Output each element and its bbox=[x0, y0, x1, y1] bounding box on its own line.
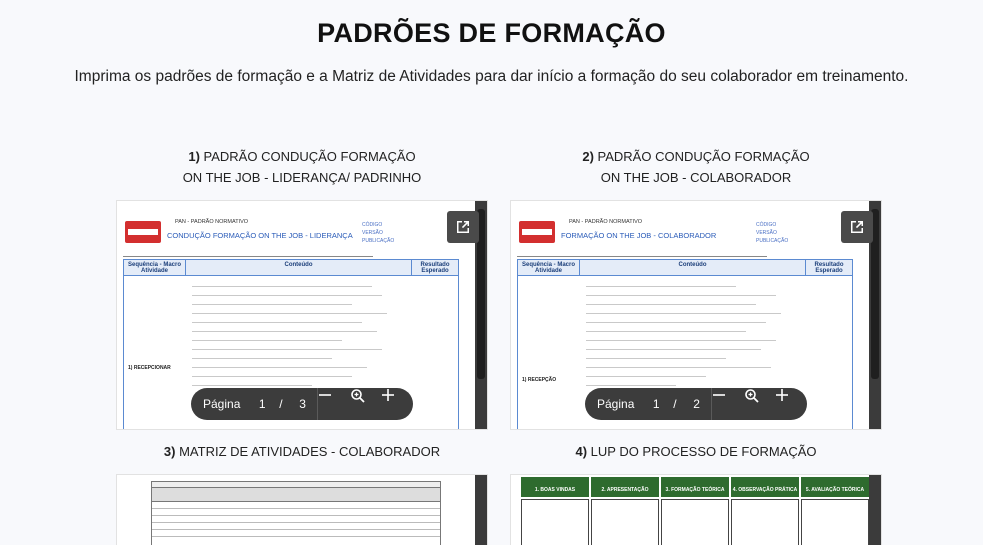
doc-side-version: VERSÃO bbox=[362, 230, 383, 236]
doc-side-publication: PUBLICAÇÃO bbox=[362, 238, 395, 244]
lup-column-label: 5. AVALIAÇÃO TEÓRICA bbox=[805, 487, 865, 493]
pdf-viewer-2[interactable]: PAN - PADRÃO NORMATIVO FORMAÇÃO ON THE J… bbox=[510, 200, 882, 430]
zoom-out-button[interactable] bbox=[318, 388, 350, 420]
doc-meta: PAN - PADRÃO NORMATIVO bbox=[175, 219, 249, 225]
lup-column-header: 3. FORMAÇÃO TEÓRICA bbox=[661, 477, 729, 497]
page-total: 3 bbox=[299, 397, 306, 411]
doc-side: CÓDIGO VERSÃO PUBLICAÇÃO bbox=[362, 221, 394, 245]
minus-icon bbox=[319, 394, 332, 396]
doc-text-lines bbox=[192, 286, 392, 394]
card-3-number: 3) bbox=[163, 444, 176, 459]
pdf-toolbar-1: Página 1 / 3 bbox=[191, 388, 413, 420]
pdf-viewer-4[interactable]: 1. BOAS VINDAS 2. APRESENTAÇÃO 3. FORMAÇÃO… bbox=[510, 474, 882, 545]
popout-icon bbox=[851, 221, 863, 233]
zoom-reset-button[interactable] bbox=[744, 388, 776, 420]
lup-column-header: 2. APRESENTAÇÃO bbox=[591, 477, 659, 497]
card-2-number: 2) bbox=[582, 149, 594, 164]
zoom-out-button[interactable] bbox=[712, 388, 744, 420]
page-current[interactable]: 1 bbox=[644, 397, 668, 411]
col-sequence: Sequência - Macro Atividade bbox=[518, 260, 580, 276]
minus-icon bbox=[713, 394, 726, 396]
zoom-reset-button[interactable] bbox=[350, 388, 382, 420]
card-4-number: 4) bbox=[575, 444, 588, 459]
card-2-line2: ON THE JOB - COLABORADOR bbox=[600, 170, 792, 185]
pdf-viewer-1[interactable]: PAN - PADRÃO NORMATIVO CONDUÇÃO FORMAÇÃO… bbox=[116, 200, 488, 430]
col-content: Conteúdo bbox=[186, 260, 412, 276]
lup-column-body bbox=[731, 499, 799, 545]
zoom-icon bbox=[745, 389, 759, 403]
lup-column-body bbox=[591, 499, 659, 545]
card-1-line2: ON THE JOB - LIDERANÇA/ PADRINHO bbox=[182, 170, 422, 185]
card-4-line1: LUP DO PROCESSO DE FORMAÇÃO bbox=[590, 444, 817, 459]
lup-column-body bbox=[661, 499, 729, 545]
doc-divider bbox=[123, 256, 373, 257]
col-result: Resultado Esperado bbox=[806, 260, 852, 276]
card-1-number: 1) bbox=[188, 149, 200, 164]
card-3-line1: MATRIZ DE ATIVIDADES - COLABORADOR bbox=[179, 444, 441, 459]
lup-column-label: 2. APRESENTAÇÃO bbox=[601, 487, 649, 493]
page-label: Página bbox=[597, 397, 635, 411]
doc-heading: CONDUÇÃO FORMAÇÃO ON THE JOB - LIDERANÇA bbox=[167, 231, 353, 240]
col-result: Resultado Esperado bbox=[412, 260, 458, 276]
page-slash: / bbox=[279, 397, 283, 411]
viewer-scrollbar[interactable] bbox=[475, 475, 487, 545]
lup-column-label: 1. BOAS VINDAS bbox=[534, 487, 576, 493]
col-sequence: Sequência - Macro Atividade bbox=[124, 260, 186, 276]
lup-column-header: 5. AVALIAÇÃO TEÓRICA bbox=[801, 477, 869, 497]
card-2-line1: PADRÃO CONDUÇÃO FORMAÇÃO bbox=[597, 149, 810, 164]
page-total: 2 bbox=[693, 397, 700, 411]
page-slash: / bbox=[673, 397, 677, 411]
doc-header: PAN - PADRÃO NORMATIVO CONDUÇÃO FORMAÇÃO… bbox=[117, 209, 487, 255]
matrix-table bbox=[151, 481, 441, 545]
doc-side: CÓDIGO VERSÃO PUBLICAÇÃO bbox=[756, 221, 788, 245]
doc-meta: PAN - PADRÃO NORMATIVO bbox=[569, 219, 643, 225]
row-label: 1) RECEPÇÃO bbox=[522, 377, 557, 383]
pdf-viewer-3[interactable] bbox=[116, 474, 488, 545]
lup-column-header: 4. OBSERVAÇÃO PRÁTICA bbox=[731, 477, 799, 497]
lup-column-header: 1. BOAS VINDAS bbox=[521, 477, 589, 497]
popout-button[interactable] bbox=[841, 211, 873, 243]
page-label: Página bbox=[203, 397, 241, 411]
col-content: Conteúdo bbox=[580, 260, 806, 276]
doc-text-lines bbox=[586, 286, 786, 394]
lup-column-label: 3. FORMAÇÃO TEÓRICA bbox=[665, 487, 725, 493]
popout-button[interactable] bbox=[447, 211, 479, 243]
viewer-scrollbar[interactable] bbox=[869, 475, 881, 545]
doc-side-version: VERSÃO bbox=[756, 230, 777, 236]
plus-icon bbox=[776, 389, 789, 401]
araujo-logo bbox=[125, 221, 161, 243]
page-subtitle: Imprima os padrões de formação e a Matri… bbox=[74, 68, 909, 85]
card-1-title: 1) PADRÃO CONDUÇÃO FORMAÇÃO ON THE JOB -… bbox=[116, 146, 488, 188]
doc-side-code: CÓDIGO bbox=[756, 222, 777, 228]
zoom-in-button[interactable] bbox=[381, 388, 413, 420]
doc-side-code: CÓDIGO bbox=[362, 222, 383, 228]
card-4-title: 4) LUP DO PROCESSO DE FORMAÇÃO bbox=[510, 441, 882, 462]
doc-heading: FORMAÇÃO ON THE JOB - COLABORADOR bbox=[561, 231, 717, 240]
lup-column-label: 4. OBSERVAÇÃO PRÁTICA bbox=[732, 487, 798, 493]
plus-icon bbox=[382, 389, 395, 401]
doc-header: PAN - PADRÃO NORMATIVO FORMAÇÃO ON THE J… bbox=[511, 209, 881, 255]
popout-icon bbox=[457, 221, 469, 233]
zoom-in-button[interactable] bbox=[775, 388, 807, 420]
pdf-toolbar-2: Página 1 / 2 bbox=[585, 388, 807, 420]
card-1-line1: PADRÃO CONDUÇÃO FORMAÇÃO bbox=[203, 149, 416, 164]
card-3-title: 3) MATRIZ DE ATIVIDADES - COLABORADOR bbox=[116, 441, 488, 462]
araujo-logo bbox=[519, 221, 555, 243]
lup-column-body bbox=[801, 499, 869, 545]
doc-side-publication: PUBLICAÇÃO bbox=[756, 238, 789, 244]
row-label: 1) RECEPCIONAR bbox=[128, 365, 171, 371]
card-2-title: 2) PADRÃO CONDUÇÃO FORMAÇÃO ON THE JOB -… bbox=[510, 146, 882, 188]
zoom-icon bbox=[351, 389, 365, 403]
page-current[interactable]: 1 bbox=[250, 397, 274, 411]
doc-divider bbox=[517, 256, 767, 257]
page-title: PADRÕES DE FORMAÇÃO bbox=[317, 18, 666, 48]
lup-column-body bbox=[521, 499, 589, 545]
